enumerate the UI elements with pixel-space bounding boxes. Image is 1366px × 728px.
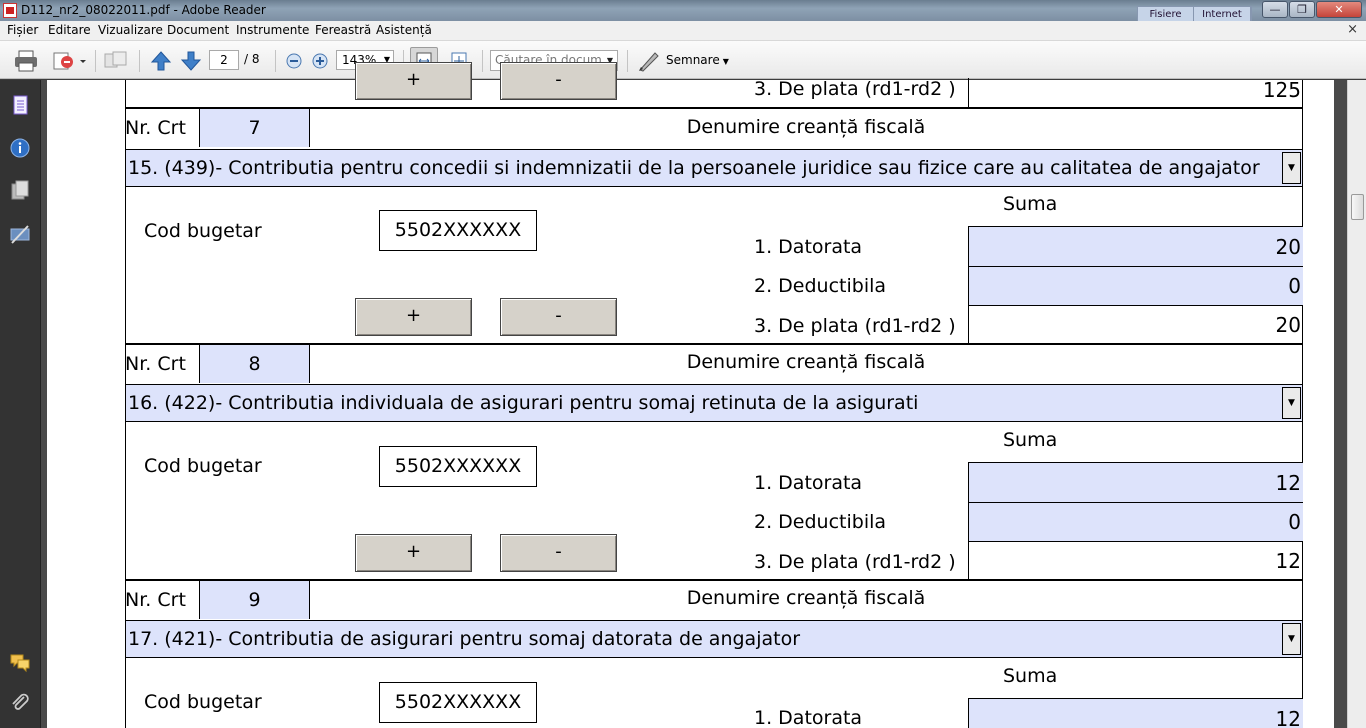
menu-fisier[interactable]: Fișier — [7, 23, 38, 37]
page-total: / 8 — [244, 52, 260, 66]
deductibila-value[interactable]: 0 — [968, 266, 1303, 305]
menu-document[interactable]: Document — [167, 23, 229, 37]
chevron-down-icon: ▼ — [722, 57, 729, 66]
sign-label: Semnare — [666, 53, 720, 67]
minimize-button[interactable]: — — [1262, 1, 1288, 18]
tab-internet[interactable]: Internet — [1194, 7, 1251, 22]
nr-crt-label: Nr. Crt — [125, 589, 186, 611]
add-row-button[interactable]: + — [355, 534, 472, 572]
de-plata-label: 3. De plata (rd1-rd2 ) — [754, 551, 956, 573]
cod-bugetar-input[interactable]: 5502XXXXXX — [379, 446, 537, 487]
deductibila-value[interactable]: 0 — [968, 502, 1303, 541]
creanta-title: 16. (422)- Contributia individuala de as… — [128, 392, 919, 414]
attachments-pages-icon[interactable] — [9, 179, 31, 201]
menu-vizualizare[interactable]: Vizualizare — [98, 23, 163, 37]
denumire-label: Denumire creanță fiscală — [686, 587, 926, 609]
chevron-down-icon[interactable]: ▼ — [1282, 387, 1301, 419]
info-icon[interactable] — [9, 137, 31, 159]
maximize-button[interactable]: ❐ — [1289, 1, 1315, 18]
attachment-clip-icon[interactable] — [9, 692, 31, 714]
signature-icon[interactable] — [9, 223, 31, 245]
cod-bugetar-label: Cod bugetar — [144, 691, 262, 713]
de-plata-label: 3. De plata (rd1-rd2 ) — [754, 78, 956, 100]
prev-page-icon[interactable] — [150, 50, 172, 72]
datorata-value[interactable]: 20 — [968, 226, 1303, 266]
menu-fereastra[interactable]: Fereastră — [315, 23, 371, 37]
toolbar-separator — [627, 50, 628, 72]
creanta-title: 15. (439)- Contributia pentru concedii s… — [128, 157, 1260, 179]
toolbar-separator — [139, 50, 140, 72]
title-bar: D112_nr2_08022011.pdf - Adobe Reader Fis… — [0, 0, 1366, 55]
toolbar-separator — [275, 50, 276, 72]
cod-bugetar-input[interactable]: 5502XXXXXX — [379, 210, 537, 251]
datorata-label: 1. Datorata — [754, 472, 863, 494]
page-number-input[interactable]: 2 — [209, 50, 239, 70]
deductibila-label: 2. Deductibila — [754, 511, 887, 533]
menu-instrumente[interactable]: Instrumente — [236, 23, 309, 37]
vertical-scrollbar[interactable] — [1347, 80, 1366, 728]
denumire-label: Denumire creanță fiscală — [686, 116, 926, 138]
zoom-out-icon[interactable] — [286, 53, 302, 69]
collaborate-icon[interactable] — [103, 50, 129, 72]
adobe-reader-icon — [3, 3, 17, 18]
datorata-value[interactable]: 12 — [968, 698, 1303, 728]
toolbar-separator — [95, 50, 96, 72]
remove-row-button[interactable]: - — [500, 534, 617, 572]
remove-row-button[interactable]: - — [500, 62, 617, 100]
sign-pen-icon[interactable] — [637, 50, 661, 72]
toolbar: 2 / 8 143% ▼ Căutare în docum... ▼ Semna… — [0, 41, 1366, 79]
datorata-label: 1. Datorata — [754, 707, 863, 728]
menu-asistenta[interactable]: Asistență — [376, 23, 432, 37]
de-plata-label: 3. De plata (rd1-rd2 ) — [754, 315, 956, 337]
pages-icon[interactable] — [9, 94, 31, 116]
next-page-icon[interactable] — [180, 50, 202, 72]
de-plata-value[interactable]: 125 — [968, 78, 1303, 108]
suma-label: Suma — [1003, 429, 1058, 451]
zoom-in-icon[interactable] — [312, 53, 328, 69]
creanta-title: 17. (421)- Contributia de asigurari pent… — [128, 628, 801, 650]
comments-icon[interactable] — [9, 651, 31, 673]
navigation-panel — [0, 80, 41, 728]
datorata-label: 1. Datorata — [754, 236, 863, 258]
suma-label: Suma — [1003, 665, 1058, 687]
toolbar-separator — [482, 50, 483, 72]
nr-crt-value: 8 — [248, 353, 261, 375]
cod-bugetar-label: Cod bugetar — [144, 455, 262, 477]
deductibila-label: 2. Deductibila — [754, 275, 887, 297]
nr-crt-label: Nr. Crt — [125, 117, 186, 139]
nr-crt-value: 9 — [248, 589, 261, 611]
share-icon[interactable] — [51, 50, 87, 72]
denumire-label: Denumire creanță fiscală — [686, 351, 926, 373]
menu-editare[interactable]: Editare — [48, 23, 91, 37]
window-title: D112_nr2_08022011.pdf - Adobe Reader — [21, 3, 266, 17]
cod-bugetar-input[interactable]: 5502XXXXXX — [379, 682, 537, 723]
datorata-value[interactable]: 12 — [968, 462, 1303, 502]
cod-bugetar-label: Cod bugetar — [144, 220, 262, 242]
form-right-border — [1302, 80, 1303, 728]
print-icon[interactable] — [14, 50, 38, 72]
scrollbar-thumb[interactable] — [1351, 194, 1364, 220]
sign-menu-button[interactable]: Semnare ▼ — [666, 53, 729, 67]
add-row-button[interactable]: + — [355, 62, 472, 100]
chevron-down-icon[interactable]: ▼ — [1282, 623, 1301, 655]
chevron-down-icon[interactable]: ▼ — [1282, 152, 1301, 184]
add-row-button[interactable]: + — [355, 298, 472, 336]
tab-fisiere[interactable]: Fisiere — [1138, 7, 1194, 22]
menu-bar: Fișier Editare Vizualizare Document Inst… — [0, 21, 1366, 41]
de-plata-value[interactable]: 20 — [968, 305, 1303, 343]
close-document-icon[interactable]: × — [1347, 22, 1358, 37]
nr-crt-label: Nr. Crt — [125, 353, 186, 375]
nr-crt-value: 7 — [248, 117, 261, 139]
close-button[interactable]: ✕ — [1316, 1, 1362, 18]
de-plata-value[interactable]: 12 — [968, 541, 1303, 579]
remove-row-button[interactable]: - — [500, 298, 617, 336]
suma-label: Suma — [1003, 193, 1058, 215]
